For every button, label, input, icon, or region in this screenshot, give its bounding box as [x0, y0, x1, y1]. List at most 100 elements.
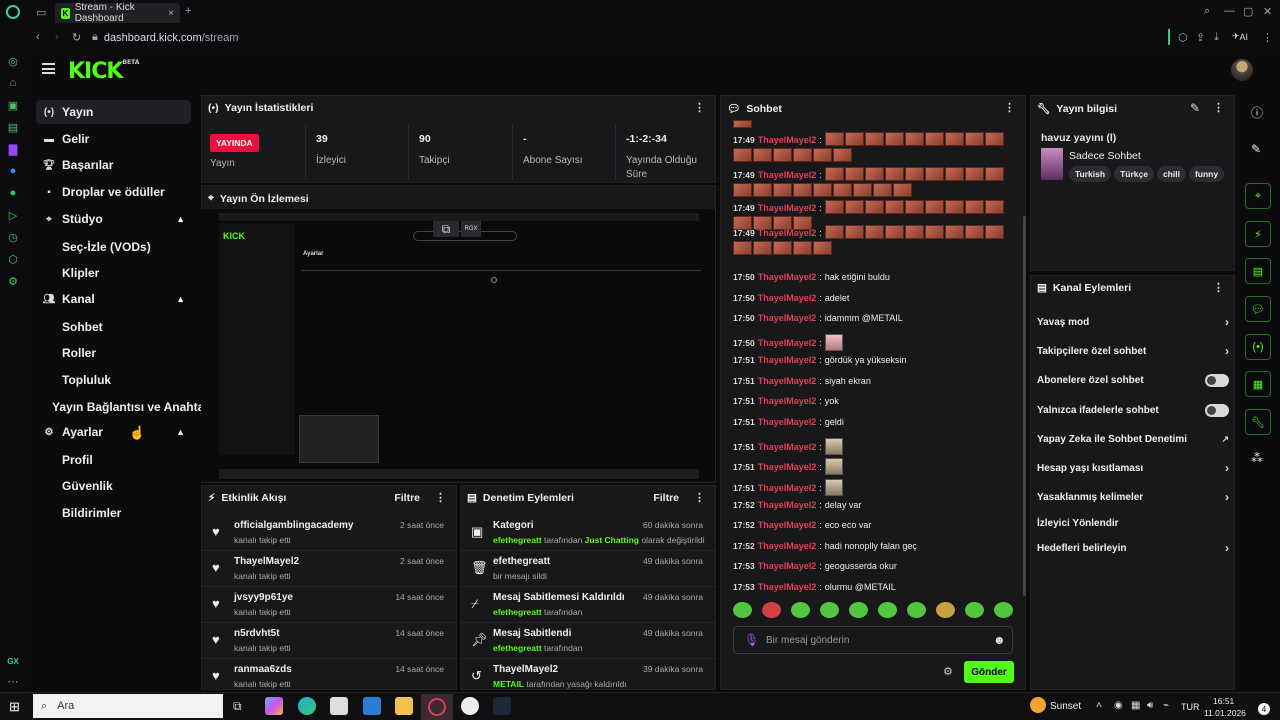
chat-emote[interactable]	[844, 132, 864, 146]
nav-topluluk[interactable]: Topluluk	[62, 373, 111, 387]
network-icon[interactable]: ⌁	[1163, 700, 1169, 711]
chat-emote[interactable]	[944, 200, 964, 214]
chat-emote[interactable]	[824, 200, 844, 214]
edit-icon[interactable]: ✎	[1190, 101, 1200, 115]
opera-gx-taskbar-active[interactable]	[421, 694, 453, 720]
chat-emote[interactable]	[824, 167, 844, 181]
chat-username[interactable]: ThayelMayel2	[758, 442, 817, 452]
weather-text[interactable]: Sunset	[1050, 701, 1081, 712]
emote-icon[interactable]	[849, 602, 868, 618]
more-options-icon[interactable]: ⋮	[694, 491, 705, 504]
emote-icon[interactable]	[994, 602, 1013, 618]
chat-emote[interactable]	[873, 183, 892, 197]
browser-menu-icon[interactable]: ⋮	[1262, 31, 1273, 44]
maximize-icon[interactable]: ▢	[1243, 5, 1253, 18]
nav-kanal[interactable]: 👥︎ Kanal ▲	[36, 287, 191, 311]
chat-emote[interactable]	[964, 225, 984, 239]
clock-time[interactable]: 16:51	[1213, 696, 1234, 706]
filter-button[interactable]: Filtre	[394, 492, 420, 504]
chat-emote[interactable]	[924, 225, 944, 239]
clock-date[interactable]: 11.01.2026	[1204, 708, 1246, 718]
emote-icon[interactable]	[820, 602, 839, 618]
nav-sohbet[interactable]: Sohbet	[62, 320, 103, 334]
filter-button[interactable]: Filtre	[653, 492, 679, 504]
volume-icon[interactable]: 🔊︎	[1147, 700, 1153, 711]
chat-emote[interactable]	[893, 183, 912, 197]
emote-icon[interactable]	[878, 602, 897, 618]
chevron-up-icon[interactable]: ▲	[176, 294, 185, 304]
chat-emote-image[interactable]	[824, 438, 843, 455]
chevron-up-icon[interactable]: ▲	[176, 427, 185, 437]
opera-gx-icon[interactable]	[6, 5, 20, 19]
chat-emote[interactable]	[984, 167, 1004, 181]
task-view-icon[interactable]: ⧉	[233, 699, 242, 714]
chat-username[interactable]: ThayelMayel2	[758, 272, 817, 282]
quick-chat-button[interactable]: 💬︎	[1245, 296, 1271, 322]
nav-droplar[interactable]: ▪ Droplar ve ödüller	[36, 180, 191, 204]
more-options-icon[interactable]: ⋮	[1004, 101, 1015, 114]
chat-emote[interactable]	[864, 132, 884, 146]
windows-start-icon[interactable]: ⊞	[9, 699, 20, 715]
chat-emote[interactable]	[884, 167, 904, 181]
tab-close-icon[interactable]: ×	[168, 8, 174, 19]
folder-icon[interactable]	[395, 697, 413, 715]
send-button[interactable]: Gönder	[964, 661, 1014, 683]
chat-emote[interactable]	[904, 132, 924, 146]
chat-emote[interactable]	[853, 183, 872, 197]
chat-username[interactable]: ThayelMayel2	[758, 228, 817, 238]
chat-emote[interactable]	[833, 148, 852, 162]
tray-app-icon[interactable]: ◉	[1114, 700, 1123, 711]
sidebar-player-icon[interactable]: ▷	[0, 204, 26, 226]
sidebar-more-icon[interactable]: ⋯	[0, 670, 26, 692]
emote-icon[interactable]	[965, 602, 984, 618]
chat-emote[interactable]	[964, 167, 984, 181]
mail-icon[interactable]	[363, 697, 381, 715]
action-redirect[interactable]: İzleyici Yönlendir	[1037, 511, 1229, 535]
chat-emote[interactable]	[964, 200, 984, 214]
quick-bolt-button[interactable]: ⚡︎	[1245, 221, 1271, 247]
chat-emote[interactable]	[733, 120, 752, 128]
more-options-icon[interactable]: ⋮	[1213, 101, 1224, 114]
more-options-icon[interactable]: ⋮	[435, 491, 446, 504]
quick-notes-button[interactable]: ▤	[1245, 258, 1271, 284]
messenger-icon[interactable]: ●	[0, 160, 26, 182]
emote-icon[interactable]	[733, 602, 752, 618]
chat-username[interactable]: ThayelMayel2	[758, 135, 817, 145]
chat-emote[interactable]	[924, 132, 944, 146]
chat-emote[interactable]	[733, 183, 752, 197]
chat-scrollbar[interactable]	[1023, 216, 1026, 596]
chat-emote[interactable]	[733, 148, 752, 162]
kick-logo[interactable]: KICKBETA	[68, 59, 139, 84]
chat-emote[interactable]	[924, 200, 944, 214]
nav-studyo[interactable]: ⌖ Stüdyo ▲	[36, 207, 191, 231]
chat-emote[interactable]	[753, 241, 772, 255]
quick-server-button[interactable]: ▦	[1245, 371, 1271, 397]
action-account-age[interactable]: Hesap yaşı kısıtlaması ›	[1037, 456, 1229, 480]
chat-emote[interactable]	[793, 183, 812, 197]
chat-username[interactable]: ThayelMayel2	[758, 293, 817, 303]
chat-emote[interactable]	[884, 132, 904, 146]
chat-username[interactable]: ThayelMayel2	[758, 376, 817, 386]
category-thumbnail[interactable]	[1041, 148, 1063, 180]
url-field[interactable]: 🔒︎ dashboard.kick.com/stream	[92, 31, 238, 44]
chat-emote[interactable]	[984, 225, 1004, 239]
chat-emote[interactable]	[773, 183, 792, 197]
sidebar-history-icon[interactable]: ◷	[0, 226, 26, 248]
quick-broadcast-button[interactable]: (•)	[1245, 334, 1271, 360]
notification-badge[interactable]: 4	[1258, 703, 1270, 715]
emoji-icon[interactable]: ☻	[993, 633, 1006, 647]
chat-username[interactable]: ThayelMayel2	[758, 355, 817, 365]
quick-wrench-button[interactable]: 🔧︎	[1245, 409, 1271, 435]
chat-username[interactable]: ThayelMayel2	[758, 396, 817, 406]
nav-basarilar[interactable]: 🏆︎ Başarılar	[36, 153, 191, 177]
mod-user[interactable]: efethegreatt	[493, 535, 542, 545]
chat-emote[interactable]	[773, 148, 792, 162]
stream-preview-video[interactable]: KICK Ayarlar ⧉ RGX	[201, 209, 715, 481]
nav-ayarlar[interactable]: ⚙ Ayarlar ▲	[36, 420, 191, 444]
tray-app-icon[interactable]: ▦	[1131, 700, 1140, 711]
emote-icon[interactable]	[907, 602, 926, 618]
microphone-icon[interactable]: 🎙︎	[744, 633, 759, 647]
nav-yayin-baglantisi[interactable]: Yayın Bağlantısı ve Anahtarı	[52, 400, 212, 414]
chat-emote[interactable]	[984, 132, 1004, 146]
chat-emote[interactable]	[944, 132, 964, 146]
